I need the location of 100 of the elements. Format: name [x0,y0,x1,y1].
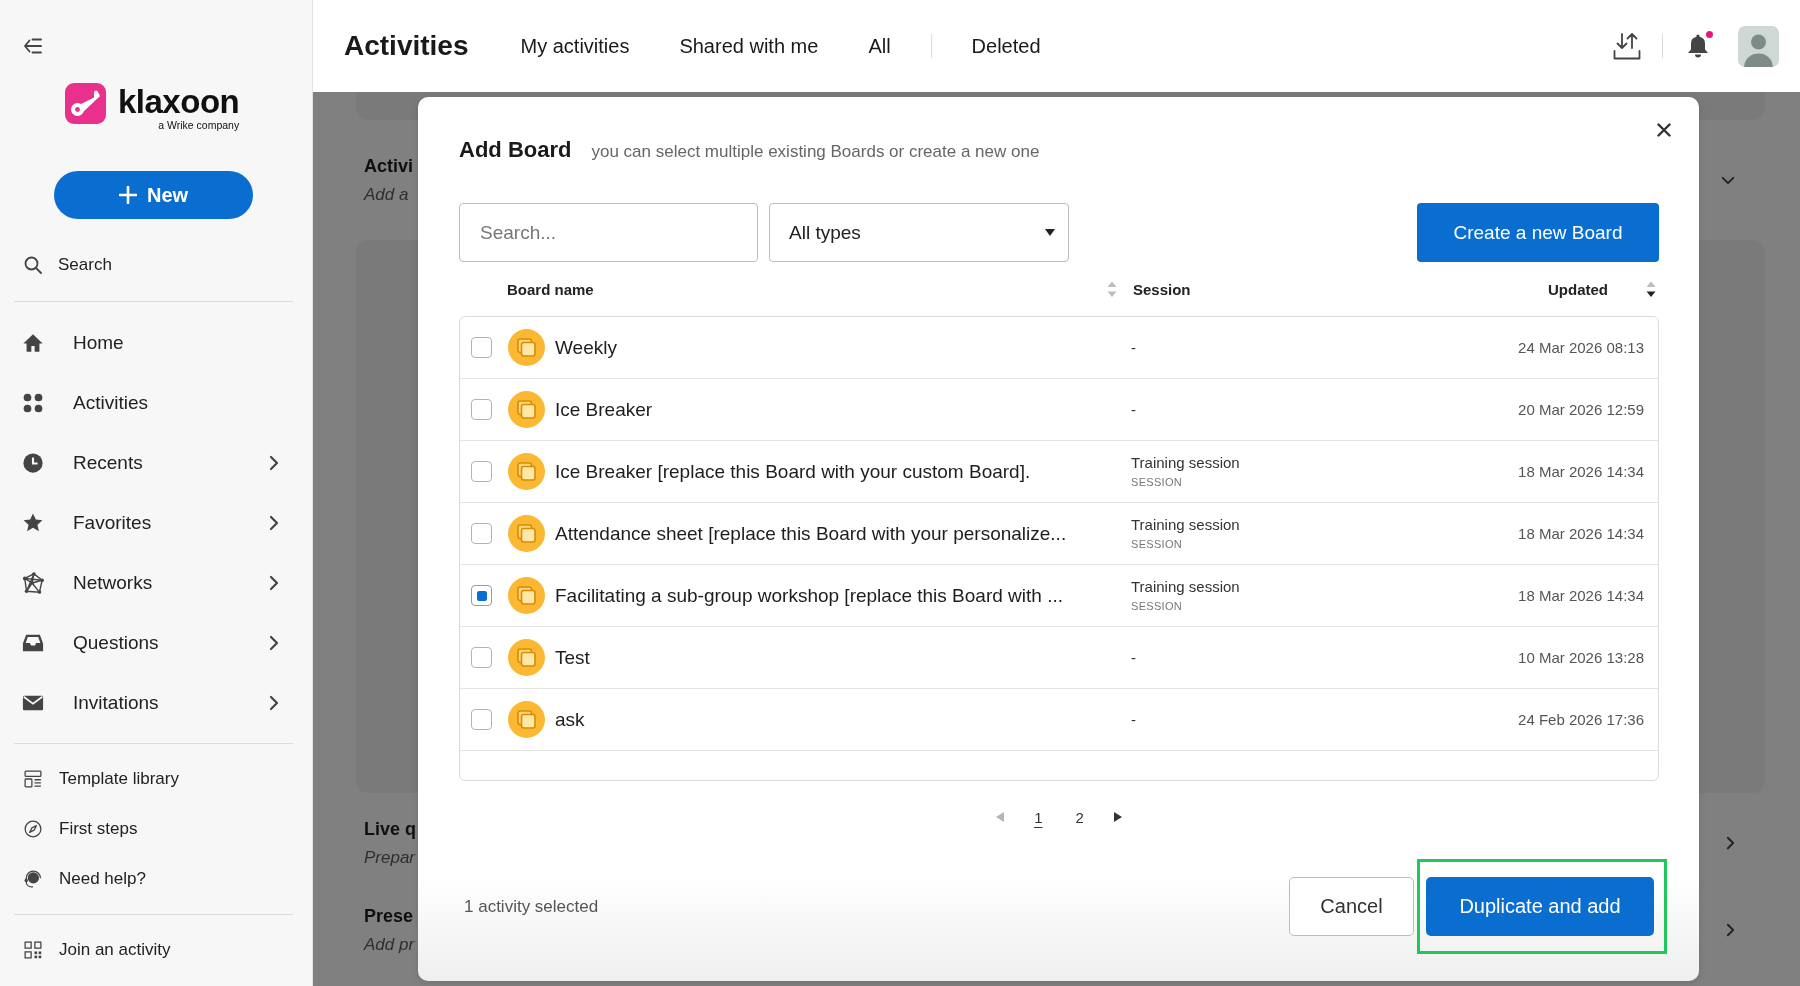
logo-tagline: a Wrike company [158,119,240,131]
updated-date: 10 Mar 2026 13:28 [1518,649,1644,666]
session-name: Training session [1131,454,1240,472]
horn-logo-icon [65,83,106,124]
logo-wordmark: klaxoon [118,86,240,118]
cancel-button[interactable]: Cancel [1289,877,1414,936]
updated-date: 18 Mar 2026 14:34 [1518,463,1644,480]
stacked-squares-icon [508,453,545,490]
new-button[interactable]: New [54,171,253,219]
board-name: Attendance sheet [replace this Board with your personalize... [555,522,1068,545]
duplicate-add-button[interactable]: Duplicate and add [1426,877,1654,936]
stacked-squares-icon [508,515,545,552]
page-link[interactable]: 2 [1072,806,1087,828]
nav-item[interactable]: Activities [0,373,312,433]
column-header: Session [1133,280,1191,298]
section-subtitle: Add pr [364,935,415,955]
chevron-right-icon[interactable] [1726,836,1735,850]
selection-count: 1 activity selected [464,896,599,917]
session-name: - [1131,338,1136,357]
nav-item[interactable]: Favorites [0,493,312,553]
stacked-squares-icon [508,329,545,366]
nav-item[interactable]: Home [0,313,312,373]
board-name: ask [555,708,586,731]
tab[interactable]: Deleted [971,28,1041,64]
menu-link[interactable]: First steps [0,804,312,854]
layout-list-icon [24,770,42,788]
nav-item[interactable]: Questions [0,613,312,673]
page-title: Activities [344,29,469,63]
nav-item[interactable]: Invitations [0,673,312,733]
column-header[interactable]: Updated [1548,280,1608,298]
close-icon[interactable] [1657,123,1671,137]
type-dropdown[interactable]: All types [769,203,1069,262]
section-title: Activi [364,155,414,177]
stacked-squares-icon [508,577,545,614]
board-name: Test [555,646,591,669]
stacked-squares-icon [508,639,545,676]
stacked-squares-icon [508,701,545,738]
board-name: Facilitating a sub-group workshop [replace this Board with ... [555,584,1064,607]
board-name: Weekly [555,336,618,359]
session-name: Training session [1131,578,1240,596]
arrows-tray-icon[interactable] [1613,32,1641,60]
headset-icon [24,870,42,888]
checkbox[interactable] [471,647,492,668]
search-link[interactable]: Search [0,245,112,285]
dialog-title: Add Board [459,137,572,163]
section-subtitle: Prepar [364,848,416,868]
plus-icon [118,186,137,204]
nav-item[interactable]: Recents [0,433,312,493]
sort-arrows-icon[interactable] [1645,279,1657,299]
board-name: Ice Breaker [replace this Board with your custom Board]. [555,460,1032,483]
section-title: Live q [364,818,416,840]
tab[interactable]: Shared with me [679,28,819,64]
qr-code-icon [24,941,42,959]
checkbox[interactable] [471,461,492,482]
board-name: Ice Breaker [555,398,654,421]
session-name: Training session [1131,516,1240,534]
bell-icon[interactable] [1686,33,1710,59]
chevron-right-icon[interactable] [1726,923,1735,937]
menu-link[interactable]: Template library [0,754,312,804]
nav-item[interactable]: Networks [0,553,312,613]
search-field[interactable]: Search... [459,203,758,262]
updated-date: 24 Feb 2026 17:36 [1518,711,1644,728]
updated-date: 20 Mar 2026 12:59 [1518,401,1644,418]
session-type: SESSION [1131,538,1182,551]
column-header[interactable]: Board name [507,280,1106,298]
create-board-button[interactable]: Create a new Board [1417,203,1659,262]
checkbox[interactable] [471,585,492,606]
chevron-down-icon[interactable] [1721,175,1735,185]
session-name: - [1131,400,1136,419]
caret-icon [1045,229,1055,236]
dialog-subtitle: you can select multiple existing Boards or create a new one [591,142,1040,162]
checkbox[interactable] [471,523,492,544]
checkbox[interactable] [471,399,492,420]
network-icon [22,572,44,594]
avatar-icon[interactable] [1738,25,1779,67]
section-title: Prese [364,905,414,927]
star-icon [22,512,44,534]
search-icon [24,256,42,274]
section-subtitle: Add a [364,185,409,205]
menu-collapse-icon[interactable] [24,38,42,54]
checkbox[interactable] [471,709,492,730]
session-type: SESSION [1131,600,1182,613]
updated-date: 18 Mar 2026 14:34 [1518,525,1644,542]
session-type: SESSION [1131,476,1182,489]
menu-link[interactable]: Join an activity [0,925,312,975]
triangle-right-icon[interactable] [1113,812,1122,822]
updated-date: 24 Mar 2026 08:13 [1518,339,1644,356]
tab[interactable]: My activities [520,28,630,64]
page-link[interactable]: 1 [1031,806,1046,828]
session-name: - [1131,710,1136,729]
tab[interactable]: All [868,28,891,64]
menu-link[interactable]: Need help? [0,854,312,904]
four-dots-icon [22,392,44,414]
home-icon [22,332,44,354]
checkbox[interactable] [471,337,492,358]
session-name: - [1131,648,1136,667]
inbox-tray-icon [22,632,44,654]
compass-icon [24,820,42,838]
stacked-squares-icon [508,391,545,428]
updated-date: 18 Mar 2026 14:34 [1518,587,1644,604]
